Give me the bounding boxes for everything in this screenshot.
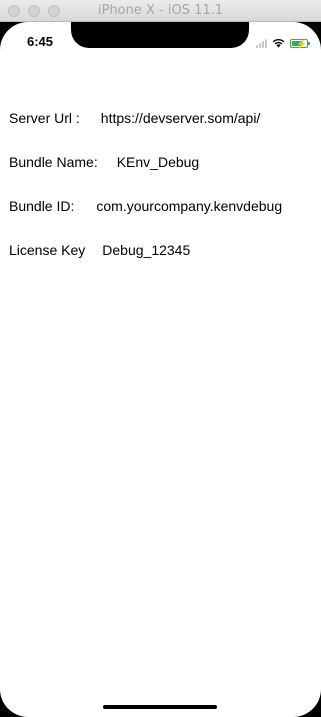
wifi-icon <box>272 38 285 48</box>
battery-charging-icon: ⚡ <box>290 38 310 49</box>
bundle-id-value: com.yourcompany.kenvdebug <box>96 198 283 214</box>
signal-icon <box>256 38 267 48</box>
server-url-label: Server Url : <box>9 110 80 126</box>
bundle-name-label: Bundle Name: <box>9 154 98 170</box>
window-title: iPhone X - iOS 11.1 <box>97 3 224 18</box>
license-key-value: Debug_12345 <box>102 242 191 258</box>
notch <box>71 22 249 48</box>
status-icons: ⚡ <box>256 37 310 49</box>
server-url-value: https://devserver.som/api/ <box>100 110 261 126</box>
license-key-row: License Key Debug_12345 <box>9 242 321 286</box>
bundle-id-label: Bundle ID: <box>9 198 75 214</box>
bundle-name-value: KEnv_Debug <box>116 154 200 170</box>
config-list: Server Url : https://devserver.som/api/ … <box>9 110 321 286</box>
bundle-name-row: Bundle Name: KEnv_Debug <box>9 154 321 198</box>
device-bezel: 6:45 ⚡ Server Url : https://devserver.so… <box>0 22 321 717</box>
device-screen: 6:45 ⚡ Server Url : https://devserver.so… <box>0 22 321 717</box>
bundle-id-row: Bundle ID: com.yourcompany.kenvdebug <box>9 198 321 242</box>
simulator-title-bar: iPhone X - iOS 11.1 <box>0 0 321 22</box>
status-time: 6:45 <box>27 34 54 49</box>
server-url-row: Server Url : https://devserver.som/api/ <box>9 110 321 154</box>
license-key-label: License Key <box>9 242 86 258</box>
home-indicator[interactable] <box>103 705 217 709</box>
